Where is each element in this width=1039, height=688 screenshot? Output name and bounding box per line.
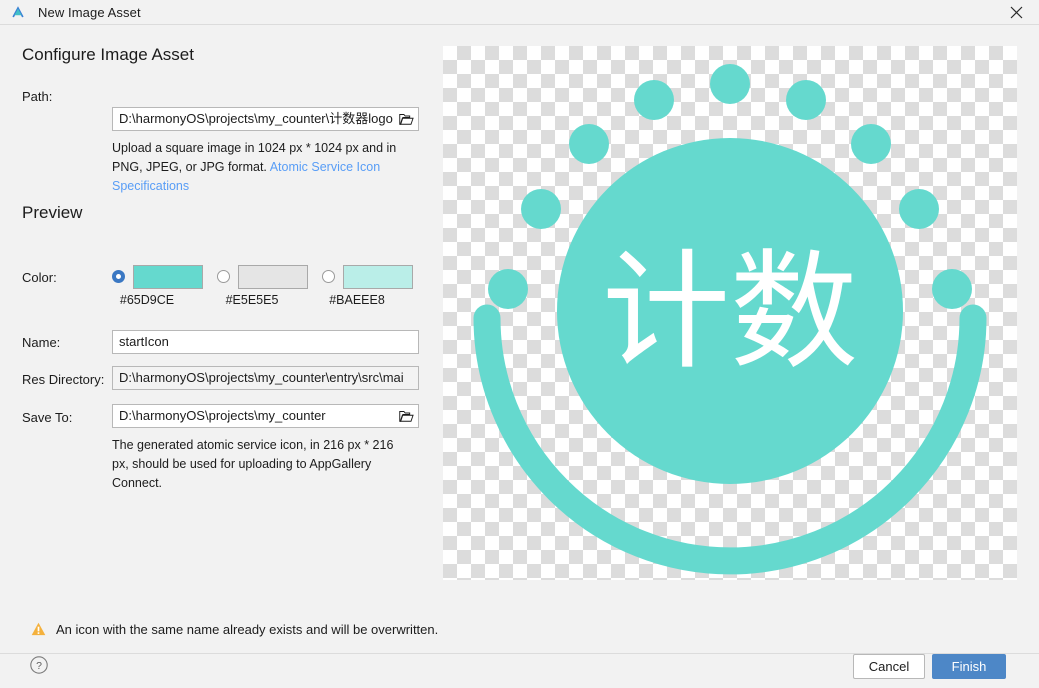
- color-swatch-0[interactable]: [133, 265, 203, 289]
- color-option-1[interactable]: [217, 265, 308, 289]
- save-help-line3: Connect.: [112, 476, 163, 490]
- res-directory-input[interactable]: D:\harmonyOS\projects\my_counter\entry\s…: [112, 366, 419, 390]
- window-titlebar: New Image Asset: [0, 0, 1039, 25]
- dialog-body: Configure Image Asset Path: D:\harmonyOS…: [0, 25, 1039, 688]
- preview-section-heading: Preview: [22, 203, 83, 222]
- save-help-line2: px, should be used for uploading to AppG…: [112, 457, 372, 471]
- save-to-input-value: D:\harmonyOS\projects\my_counter: [119, 408, 326, 423]
- close-button[interactable]: [994, 0, 1039, 25]
- generated-icon-preview: 计数: [473, 64, 987, 575]
- name-input-value: startIcon: [119, 334, 169, 349]
- color-option-0[interactable]: [112, 265, 203, 289]
- warning-text: An icon with the same name already exist…: [56, 621, 439, 637]
- icon-preview-pane: 计数: [443, 46, 1017, 580]
- name-input[interactable]: startIcon: [112, 330, 419, 354]
- warning-triangle-icon: [31, 622, 46, 636]
- color-hex-2: #BAEEE8: [329, 293, 385, 307]
- deveco-studio-icon: [12, 6, 24, 18]
- icon-label-text: 计数: [602, 238, 858, 387]
- warning-row: An icon with the same name already exist…: [0, 605, 1039, 653]
- cancel-button[interactable]: Cancel: [853, 654, 925, 679]
- name-label: Name:: [22, 335, 61, 350]
- save-to-label: Save To:: [22, 410, 73, 425]
- folder-open-icon[interactable]: [399, 112, 414, 126]
- path-help-text: Upload a square image in 1024 px * 1024 …: [112, 139, 422, 196]
- res-directory-label: Res Directory:: [22, 372, 105, 387]
- path-input[interactable]: D:\harmonyOS\projects\my_counter\计数器logo: [112, 107, 419, 131]
- save-to-input[interactable]: D:\harmonyOS\projects\my_counter: [112, 404, 419, 428]
- folder-open-icon[interactable]: [399, 409, 414, 423]
- path-help-line1: Upload a square image in 1024 px * 1024 …: [112, 141, 397, 155]
- window-title: New Image Asset: [38, 4, 141, 20]
- color-hex-1: #E5E5E5: [225, 293, 279, 307]
- save-to-help-text: The generated atomic service icon, in 21…: [112, 436, 422, 493]
- color-radio-2[interactable]: [322, 270, 335, 283]
- dialog-footer: ? Cancel Finish: [0, 653, 1039, 688]
- path-help-line2: PNG, JPEG, or JPG format.: [112, 160, 270, 174]
- color-options-group: #65D9CE #E5E5E5 #BAEEE8: [112, 265, 432, 317]
- help-question-icon[interactable]: ?: [30, 656, 48, 674]
- configure-section-heading: Configure Image Asset: [22, 45, 194, 64]
- close-icon: [1010, 6, 1023, 19]
- path-input-value: D:\harmonyOS\projects\my_counter\计数器logo: [119, 111, 393, 126]
- save-help-line1: The generated atomic service icon, in 21…: [112, 438, 394, 452]
- color-radio-0[interactable]: [112, 270, 125, 283]
- res-directory-input-value: D:\harmonyOS\projects\my_counter\entry\s…: [119, 370, 404, 385]
- color-option-2[interactable]: [322, 265, 413, 289]
- color-swatch-2[interactable]: [343, 265, 413, 289]
- svg-text:?: ?: [36, 660, 42, 672]
- configure-form: Configure Image Asset Path: D:\harmonyOS…: [0, 25, 440, 595]
- finish-button[interactable]: Finish: [932, 654, 1006, 679]
- color-hex-0: #65D9CE: [119, 293, 175, 307]
- color-radio-1[interactable]: [217, 270, 230, 283]
- color-label: Color:: [22, 270, 57, 285]
- color-swatch-1[interactable]: [238, 265, 308, 289]
- path-label: Path:: [22, 89, 53, 104]
